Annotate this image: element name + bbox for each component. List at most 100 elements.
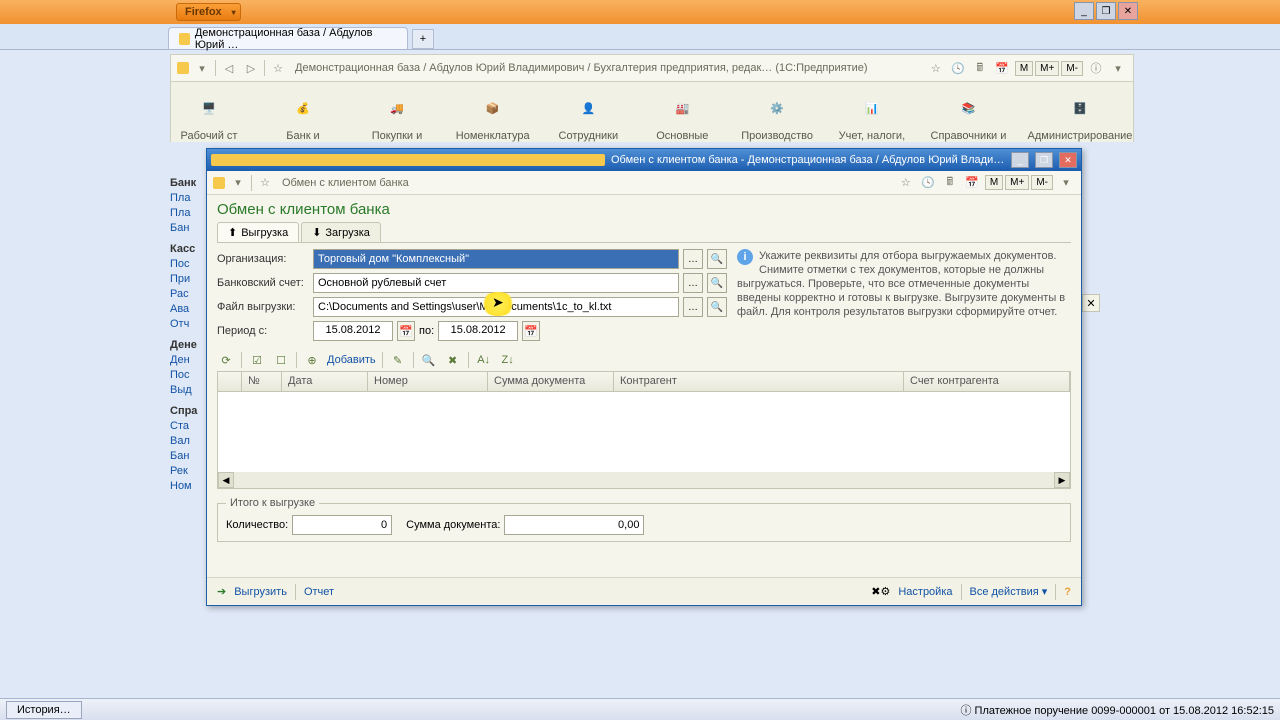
menu-icon[interactable]: ▾ bbox=[1057, 174, 1075, 192]
grid-toolbar: ⟳ ☑ ☐ ⊕ Добавить ✎ 🔍 ✖ A↓ Z↓ bbox=[217, 351, 1071, 369]
memory-mminus[interactable]: М- bbox=[1061, 61, 1083, 76]
period-label: Период с: bbox=[217, 325, 309, 337]
select-button[interactable]: … bbox=[683, 273, 703, 293]
window-minimize-button[interactable]: _ bbox=[1074, 2, 1094, 20]
check-icon[interactable]: ☑ bbox=[248, 351, 266, 369]
lookup-button[interactable]: 🔍 bbox=[707, 273, 727, 293]
info-icon[interactable]: ⓘ bbox=[1087, 59, 1105, 77]
period-to-label: по: bbox=[419, 325, 434, 337]
file-label: Файл выгрузки: bbox=[217, 301, 309, 313]
totals-fieldset: Итого к выгрузке Количество: 0 Сумма док… bbox=[217, 497, 1071, 542]
section-nomenclature[interactable]: 📦Номенклатура bbox=[461, 88, 524, 142]
favorite-icon[interactable]: ☆ bbox=[897, 174, 915, 192]
account-input[interactable]: Основной рублевый счет bbox=[313, 273, 679, 293]
nav-back-icon[interactable]: ◁ bbox=[220, 59, 238, 77]
section-taxes[interactable]: 📊Учет, налоги, bbox=[842, 88, 902, 142]
section-catalogs[interactable]: 📚Справочники и bbox=[936, 88, 1001, 142]
col-sum[interactable]: Сумма документа bbox=[488, 372, 614, 391]
history-button[interactable]: История… bbox=[6, 701, 82, 719]
col-date[interactable]: Дата bbox=[282, 372, 368, 391]
select-button[interactable]: … bbox=[683, 297, 703, 317]
calendar-icon[interactable]: 📅 bbox=[522, 321, 540, 341]
lookup-button[interactable]: 🔍 bbox=[707, 249, 727, 269]
sort-desc-icon[interactable]: Z↓ bbox=[499, 351, 517, 369]
scroll-left-icon[interactable]: ◀ bbox=[218, 472, 234, 488]
org-label: Организация: bbox=[217, 253, 309, 265]
tab-export[interactable]: ⬆Выгрузка bbox=[217, 222, 299, 242]
section-assets[interactable]: 🏭Основные bbox=[652, 88, 712, 142]
status-text: ⓘ Платежное поручение 0099-000001 от 15.… bbox=[960, 702, 1274, 718]
section-production[interactable]: ⚙️Производство bbox=[746, 88, 808, 142]
memory-m[interactable]: М bbox=[1015, 61, 1033, 76]
add-icon[interactable]: ⊕ bbox=[303, 351, 321, 369]
clear-search-icon[interactable]: ✖ bbox=[444, 351, 462, 369]
memory-mminus[interactable]: М- bbox=[1031, 175, 1053, 190]
close-panel-button[interactable]: ✕ bbox=[1082, 294, 1100, 312]
tab-label: Демонстрационная база / Абдулов Юрий … bbox=[195, 27, 397, 51]
gear-icon[interactable]: ✖⚙ bbox=[871, 585, 890, 598]
section-bank[interactable]: 💰Банк и bbox=[273, 88, 333, 142]
info-icon: i bbox=[737, 249, 753, 265]
section-employees[interactable]: 👤Сотрудники bbox=[558, 88, 618, 142]
file-input[interactable]: C:\Documents and Settings\user\My Docume… bbox=[313, 297, 679, 317]
document-grid[interactable]: № Дата Номер Сумма документа Контрагент … bbox=[217, 371, 1071, 489]
sort-asc-icon[interactable]: A↓ bbox=[475, 351, 493, 369]
dialog-nav: ▾ ☆ Обмен с клиентом банка ☆ 🕓 🖩 📅 М М+ … bbox=[207, 171, 1081, 195]
all-actions-button[interactable]: Все действия ▾ bbox=[970, 585, 1048, 598]
add-button[interactable]: Добавить bbox=[327, 354, 376, 366]
history-icon[interactable]: 🕓 bbox=[949, 59, 967, 77]
col-account[interactable]: Счет контрагента bbox=[904, 372, 1070, 391]
settings-button[interactable]: Настройка bbox=[898, 586, 952, 598]
star-icon[interactable]: ☆ bbox=[269, 59, 287, 77]
org-input[interactable]: Торговый дом "Комплексный" bbox=[313, 249, 679, 269]
dlg-close-button[interactable]: ✕ bbox=[1059, 152, 1077, 168]
export-button[interactable]: Выгрузить bbox=[234, 586, 287, 598]
dlg-maximize-button[interactable]: ❐ bbox=[1035, 152, 1053, 168]
browser-tab[interactable]: Демонстрационная база / Абдулов Юрий … bbox=[168, 27, 408, 49]
history-icon[interactable]: 🕓 bbox=[919, 174, 937, 192]
search-icon[interactable]: 🔍 bbox=[420, 351, 438, 369]
firefox-menu-button[interactable]: Firefox bbox=[176, 3, 241, 21]
app-title: Демонстрационная база / Абдулов Юрий Вла… bbox=[291, 62, 923, 74]
section-admin[interactable]: 🗄️Администрирование bbox=[1035, 88, 1125, 142]
dialog-titlebar[interactable]: Обмен с клиентом банка - Демонстрационна… bbox=[207, 149, 1081, 171]
section-desktop[interactable]: 🖥️Рабочий ст bbox=[179, 88, 239, 142]
dlg-minimize-button[interactable]: _ bbox=[1011, 152, 1029, 168]
star-icon[interactable]: ☆ bbox=[256, 174, 274, 192]
dropdown-icon[interactable]: ▾ bbox=[193, 59, 211, 77]
date-from-input[interactable]: 15.08.2012 bbox=[313, 321, 393, 341]
help-icon[interactable]: ? bbox=[1064, 586, 1071, 598]
edit-icon[interactable]: ✎ bbox=[389, 351, 407, 369]
window-close-button[interactable]: ✕ bbox=[1118, 2, 1138, 20]
col-number[interactable]: Номер bbox=[368, 372, 488, 391]
col-num[interactable]: № bbox=[242, 372, 282, 391]
uncheck-icon[interactable]: ☐ bbox=[272, 351, 290, 369]
calculator-icon[interactable]: 🖩 bbox=[971, 59, 989, 77]
calendar-icon[interactable]: 📅 bbox=[397, 321, 415, 341]
memory-m[interactable]: М bbox=[985, 175, 1003, 190]
col-contractor[interactable]: Контрагент bbox=[614, 372, 904, 391]
section-purchases[interactable]: 🚚Покупки и bbox=[367, 88, 427, 142]
section-bar: 🖥️Рабочий ст 💰Банк и 🚚Покупки и 📦Номенкл… bbox=[170, 82, 1134, 142]
col-check[interactable] bbox=[218, 372, 242, 391]
calendar-icon[interactable]: 📅 bbox=[993, 59, 1011, 77]
scroll-track[interactable] bbox=[234, 472, 1054, 488]
calculator-icon[interactable]: 🖩 bbox=[941, 174, 959, 192]
select-button[interactable]: … bbox=[683, 249, 703, 269]
report-button[interactable]: Отчет bbox=[304, 586, 334, 598]
dropdown-icon[interactable]: ▾ bbox=[229, 174, 247, 192]
date-to-input[interactable]: 15.08.2012 bbox=[438, 321, 518, 341]
lookup-button[interactable]: 🔍 bbox=[707, 297, 727, 317]
memory-mplus[interactable]: М+ bbox=[1035, 61, 1059, 76]
calendar-icon[interactable]: 📅 bbox=[963, 174, 981, 192]
dialog-title-text: Обмен с клиентом банка - Демонстрационна… bbox=[611, 154, 1005, 166]
refresh-icon[interactable]: ⟳ bbox=[217, 351, 235, 369]
new-tab-button[interactable]: + bbox=[412, 29, 434, 49]
memory-mplus[interactable]: М+ bbox=[1005, 175, 1029, 190]
favorite-icon[interactable]: ☆ bbox=[927, 59, 945, 77]
tab-import[interactable]: ⬇Загрузка bbox=[301, 222, 381, 242]
menu-icon[interactable]: ▾ bbox=[1109, 59, 1127, 77]
window-maximize-button[interactable]: ❐ bbox=[1096, 2, 1116, 20]
nav-forward-icon[interactable]: ▷ bbox=[242, 59, 260, 77]
scroll-right-icon[interactable]: ▶ bbox=[1054, 472, 1070, 488]
